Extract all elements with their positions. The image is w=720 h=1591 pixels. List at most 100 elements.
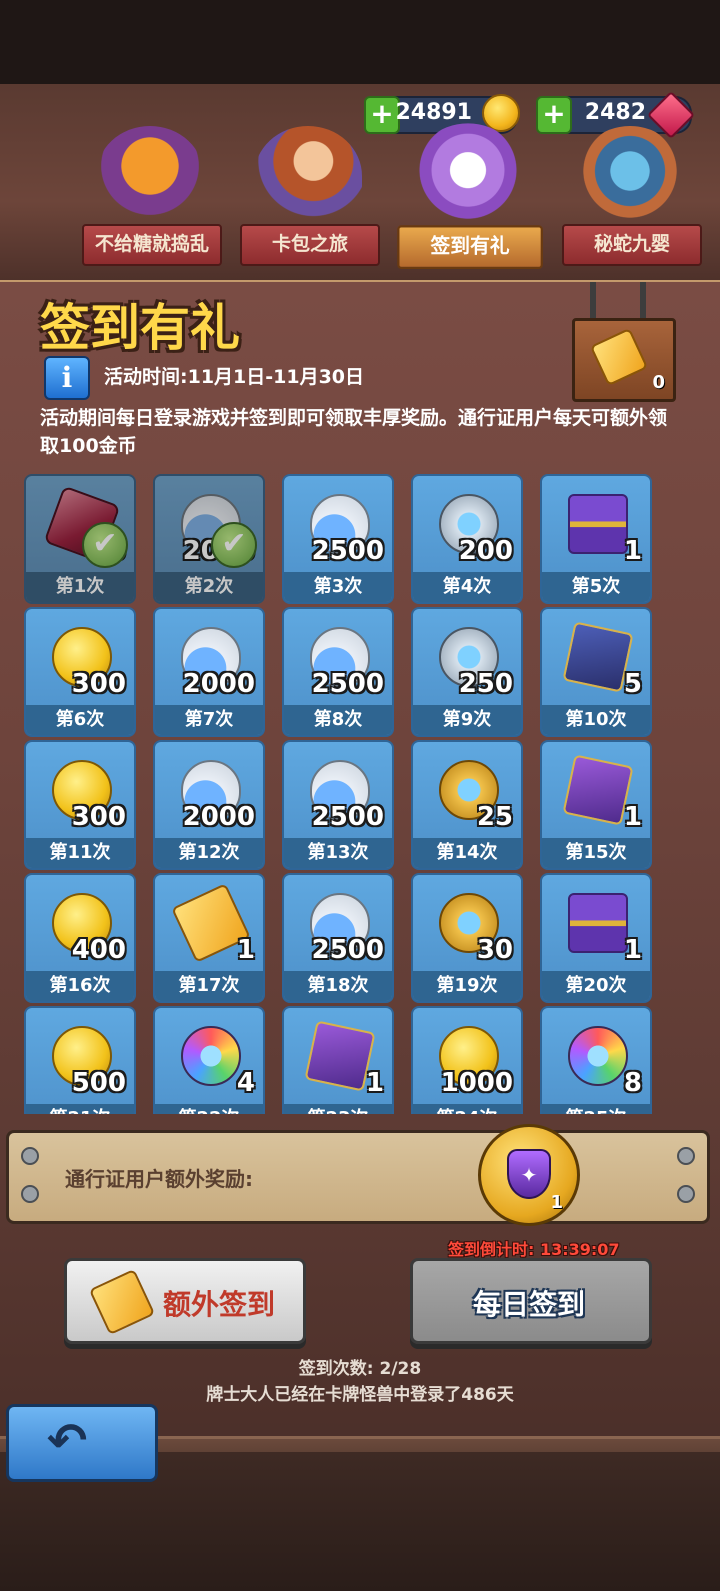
- reward-amount: 2500: [311, 935, 384, 965]
- signin-count: 签到次数: 2/28: [298, 1359, 422, 1379]
- reward-day-label: 第17次: [155, 971, 263, 1001]
- reward-day-label: 第24次: [413, 1104, 521, 1114]
- treasure-chest-icon: [568, 893, 628, 953]
- purple-card-pack-icon: [562, 754, 634, 826]
- reward-day-label: 第16次: [26, 971, 134, 1001]
- reward-day-label: 第25次: [542, 1104, 650, 1114]
- tab-signin-gift[interactable]: 签到有礼: [397, 115, 543, 269]
- screw-icon: [21, 1147, 39, 1165]
- reward-amount: 30: [476, 935, 513, 965]
- reward-tile[interactable]: 1 第23次: [282, 1006, 394, 1114]
- reward-tile[interactable]: 400 第16次: [24, 873, 136, 1003]
- reward-tile[interactable]: 1 第15次: [540, 740, 652, 870]
- reward-day-label: 第9次: [413, 705, 521, 735]
- reward-tile[interactable]: 500 第21次: [24, 1006, 136, 1114]
- reward-day-label: 第13次: [284, 838, 392, 868]
- extra-signin-button[interactable]: 额外签到: [64, 1258, 306, 1344]
- reward-tile[interactable]: 200 第4次: [411, 474, 523, 604]
- reward-tile[interactable]: 300 第6次: [24, 607, 136, 737]
- card-pack-icon: [562, 621, 634, 693]
- reward-day-label: 第7次: [155, 705, 263, 735]
- reward-day-label: 第4次: [413, 572, 521, 602]
- tab-nine-headed-serpent[interactable]: 秘蛇九婴: [562, 118, 702, 266]
- reward-tile[interactable]: 250 第9次: [411, 607, 523, 737]
- reward-amount: 1: [365, 1068, 384, 1098]
- rainbow-gem-icon: [568, 1026, 628, 1086]
- reward-day-label: 第14次: [413, 838, 521, 868]
- rope-left: [590, 282, 596, 322]
- extra-signin-label: 额外签到: [163, 1288, 276, 1321]
- reward-day-label: 第19次: [413, 971, 521, 1001]
- reward-tile[interactable]: 2000 第12次: [153, 740, 265, 870]
- pass-bonus-bar: 通行证用户额外奖励:: [6, 1130, 710, 1224]
- purple-badge-icon: ✦: [507, 1149, 551, 1199]
- claimed-check-icon: ✔: [211, 522, 257, 568]
- daily-signin-button[interactable]: 每日签到: [410, 1258, 652, 1344]
- reward-tile[interactable]: 1 第17次: [153, 873, 265, 1003]
- reward-tile[interactable]: 1000 第24次: [411, 1006, 523, 1114]
- reward-day-label: 第2次: [155, 572, 263, 602]
- reward-tile[interactable]: 4 第22次: [153, 1006, 265, 1114]
- tab-label: 签到有礼: [397, 225, 543, 269]
- reward-amount: 2500: [311, 802, 384, 832]
- login-days: 牌士大人已经在卡牌怪兽中登录了486天: [206, 1385, 514, 1405]
- tab-trick-or-treat[interactable]: 不给糖就捣乱: [82, 118, 222, 266]
- event-period: 活动时间:11月1日-11月30日: [104, 366, 365, 388]
- reward-tile[interactable]: 25 第14次: [411, 740, 523, 870]
- reward-tile[interactable]: 50✔第1次: [24, 474, 136, 604]
- reward-amount: 200: [458, 536, 513, 566]
- back-button[interactable]: ↶: [6, 1404, 158, 1482]
- reward-tile[interactable]: 30 第19次: [411, 873, 523, 1003]
- reward-tile[interactable]: 2500 第13次: [282, 740, 394, 870]
- reward-amount: 300: [71, 802, 126, 832]
- reward-amount: 2000: [182, 802, 255, 832]
- reward-day-label: 第8次: [284, 705, 392, 735]
- reward-tile[interactable]: 1 第5次: [540, 474, 652, 604]
- reward-tile[interactable]: 5 第10次: [540, 607, 652, 737]
- reward-day-label: 第10次: [542, 705, 650, 735]
- reward-tile[interactable]: 8 第25次: [540, 1006, 652, 1114]
- tab-label: 秘蛇九婴: [562, 224, 702, 266]
- page-title: 签到有礼: [40, 299, 240, 357]
- reward-day-label: 第21次: [26, 1104, 134, 1114]
- pass-bonus-reward[interactable]: ✦ 1: [478, 1124, 580, 1226]
- claimed-check-icon: ✔: [82, 522, 128, 568]
- purple-card-pack-icon: [304, 1020, 376, 1092]
- reward-tile[interactable]: 2500 第3次: [282, 474, 394, 604]
- ticket-icon: [589, 327, 649, 387]
- screw-icon: [21, 1185, 39, 1203]
- reward-tile[interactable]: 2000 第7次: [153, 607, 265, 737]
- reward-tile[interactable]: 300 第11次: [24, 740, 136, 870]
- tab-card-pack-journey[interactable]: 卡包之旅: [240, 118, 380, 266]
- reward-day-label: 第3次: [284, 572, 392, 602]
- pumpkin-hero-icon: [96, 126, 204, 226]
- star-icon: ✦: [520, 1163, 538, 1187]
- reward-day-label: 第6次: [26, 705, 134, 735]
- reward-day-label: 第22次: [155, 1104, 263, 1114]
- reward-day-label: 第15次: [542, 838, 650, 868]
- reward-amount: 300: [71, 669, 126, 699]
- daily-signin-label: 每日签到: [473, 1288, 586, 1321]
- reward-tile[interactable]: 2500 第8次: [282, 607, 394, 737]
- reward-grid: 50✔第1次2000✔第2次2500第3次200第4次1第5次300第6次200…: [24, 474, 654, 1114]
- ticket-counter-board[interactable]: 0: [572, 318, 676, 402]
- screw-icon: [677, 1147, 695, 1165]
- pass-bonus-label: 通行证用户额外奖励:: [65, 1167, 253, 1191]
- back-arrow-icon: ↶: [47, 1413, 88, 1469]
- screw-icon: [677, 1185, 695, 1203]
- status-area: [0, 0, 720, 88]
- reward-amount: 8: [623, 1068, 642, 1098]
- reward-tile[interactable]: 1 第20次: [540, 873, 652, 1003]
- reward-day-label: 第1次: [26, 572, 134, 602]
- reward-amount: 25: [476, 802, 513, 832]
- reward-amount: 2500: [311, 669, 384, 699]
- reward-tile[interactable]: 2500 第18次: [282, 873, 394, 1003]
- reward-amount: 2500: [311, 536, 384, 566]
- event-description: 活动期间每日登录游戏并签到即可领取丰厚奖励。通行证用户每天可额外领取100金币: [40, 407, 668, 457]
- signin-countdown: 签到倒计时: 13:39:07: [448, 1240, 620, 1259]
- info-icon[interactable]: i: [44, 356, 90, 400]
- reward-amount: 1: [623, 802, 642, 832]
- pass-bonus-amount: 1: [550, 1192, 563, 1213]
- reward-amount: 1: [236, 935, 255, 965]
- reward-tile[interactable]: 2000✔第2次: [153, 474, 265, 604]
